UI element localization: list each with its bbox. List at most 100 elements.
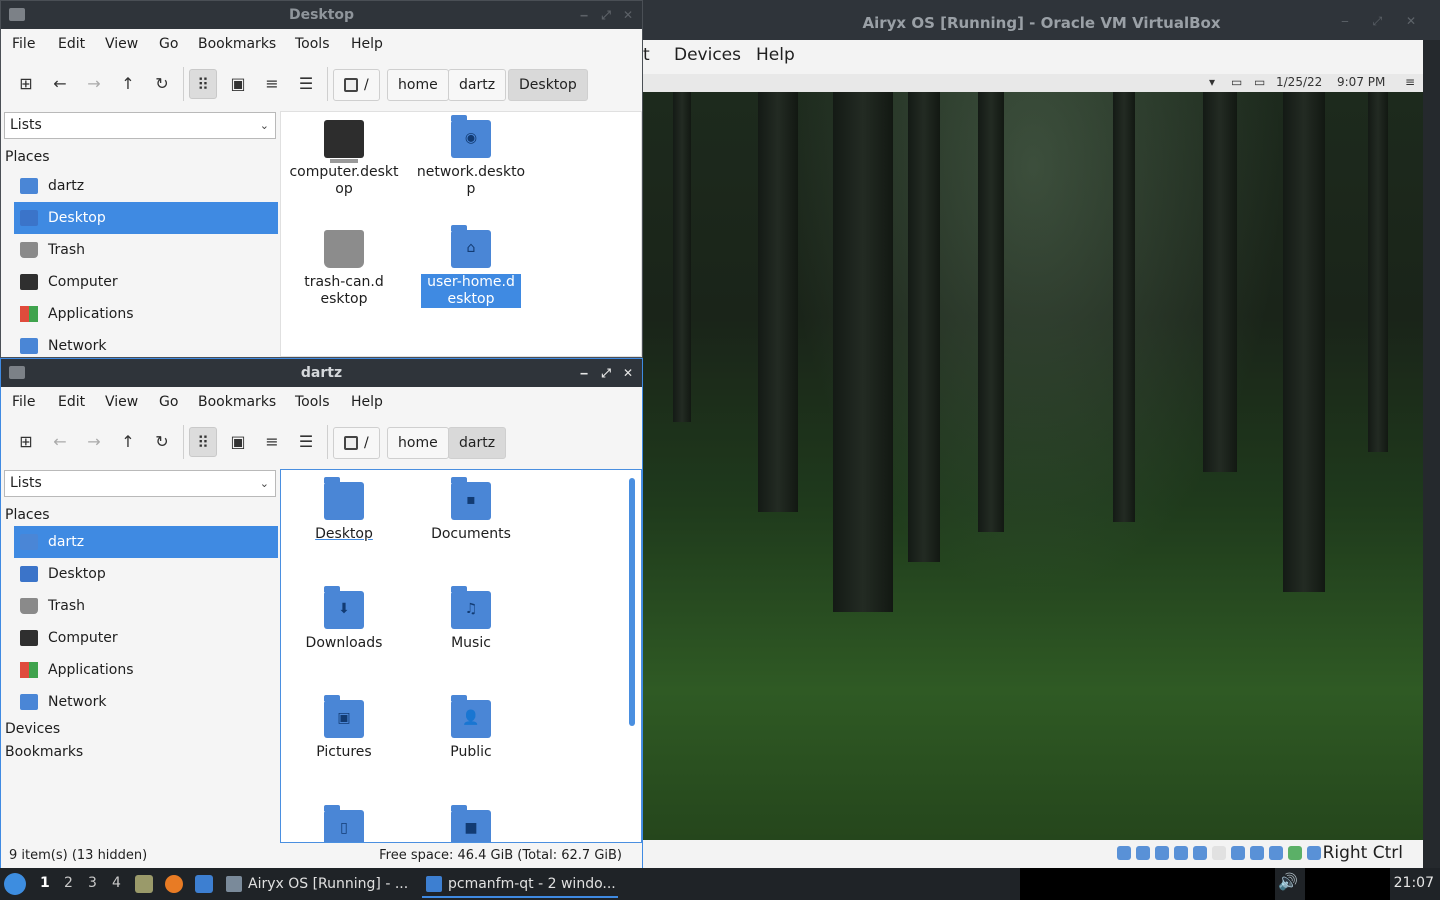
menu-bookmarks[interactable]: Bookmarks: [198, 36, 276, 52]
detailed-view-icon[interactable]: ☰: [292, 427, 320, 457]
vertical-scrollbar[interactable]: [629, 478, 635, 726]
menu-bookmarks[interactable]: Bookmarks: [198, 394, 276, 410]
sidebar-mode-select[interactable]: Lists ⌄: [4, 470, 276, 497]
sidebar-item-dartz[interactable]: dartz: [14, 526, 278, 558]
start-menu-icon[interactable]: [4, 873, 26, 895]
file-view[interactable]: computer.desktop ◉ network.desktop trash…: [280, 111, 642, 357]
devices-heading[interactable]: Devices: [5, 721, 60, 737]
vbox-menu-partial[interactable]: t: [643, 45, 650, 65]
vbox-menu-devices[interactable]: Devices: [674, 45, 741, 65]
minimize-icon[interactable]: ‒: [578, 359, 590, 387]
forward-icon[interactable]: →: [80, 427, 108, 457]
guest-display-icon[interactable]: ▭: [1231, 75, 1242, 89]
audio-icon[interactable]: [1155, 846, 1169, 860]
menu-tools[interactable]: Tools: [295, 394, 330, 410]
detailed-view-icon[interactable]: ☰: [292, 69, 320, 99]
file-item-selected[interactable]: ⌂ user-home.desktop: [411, 225, 531, 308]
file-item[interactable]: ▪ Documents: [411, 477, 531, 543]
sidebar-item-network[interactable]: Network: [14, 330, 278, 357]
menu-file[interactable]: File: [12, 394, 35, 410]
guest-screen[interactable]: ▾ ▭ ▭ 1/25/22 9:07 PM ≡: [643, 74, 1423, 840]
sidebar-item-computer[interactable]: Computer: [14, 622, 278, 654]
window-titlebar[interactable]: dartz ‒ ⤢ ✕: [1, 359, 642, 387]
desktop-switch-1[interactable]: 1: [40, 875, 50, 891]
file-item[interactable]: ♫ Music: [411, 586, 531, 652]
minimize-icon[interactable]: ‒: [578, 1, 590, 29]
file-item[interactable]: ⬇ Downloads: [284, 586, 404, 652]
new-tab-icon[interactable]: ⊞: [12, 427, 40, 457]
forward-icon[interactable]: →: [80, 69, 108, 99]
network-adapter-icon[interactable]: [1174, 846, 1188, 860]
volume-icon[interactable]: 🔊: [1278, 872, 1298, 891]
compact-view-icon[interactable]: ≡: [258, 427, 286, 457]
reload-icon[interactable]: ↻: [148, 427, 176, 457]
breadcrumb-dartz[interactable]: dartz: [448, 69, 507, 101]
mouse-integration-icon[interactable]: [1307, 846, 1321, 860]
menu-help[interactable]: Help: [351, 394, 383, 410]
maximize-icon[interactable]: ⤢: [600, 359, 612, 387]
sidebar-item-trash[interactable]: Trash: [14, 590, 278, 622]
guest-additions-icon[interactable]: [1288, 846, 1302, 860]
file-item[interactable]: 👤 Public: [411, 695, 531, 761]
bookmarks-heading[interactable]: Bookmarks: [5, 744, 83, 760]
sidebar-item-computer[interactable]: Computer: [14, 266, 278, 298]
menu-edit[interactable]: Edit: [58, 394, 85, 410]
thumbnail-view-icon[interactable]: ▣: [224, 69, 252, 99]
show-desktop-icon[interactable]: [195, 875, 213, 893]
breadcrumb-dartz[interactable]: dartz: [448, 427, 507, 459]
guest-network-icon[interactable]: ▭: [1254, 75, 1265, 89]
sidebar-item-network[interactable]: Network: [14, 686, 278, 718]
menu-tools[interactable]: Tools: [295, 36, 330, 52]
breadcrumb-home[interactable]: home: [387, 69, 449, 101]
file-item[interactable]: ■: [411, 805, 531, 842]
desktop-switch-4[interactable]: 4: [112, 875, 121, 891]
menu-go[interactable]: Go: [159, 394, 178, 410]
sidebar-item-applications[interactable]: Applications: [14, 654, 278, 686]
thumbnail-view-icon[interactable]: ▣: [224, 427, 252, 457]
menu-view[interactable]: View: [105, 36, 138, 52]
compact-view-icon[interactable]: ≡: [258, 69, 286, 99]
hdd-icon[interactable]: [1117, 846, 1131, 860]
recording-icon[interactable]: [1250, 846, 1264, 860]
back-icon[interactable]: ←: [46, 427, 74, 457]
menu-edit[interactable]: Edit: [58, 36, 85, 52]
breadcrumb-root[interactable]: /: [333, 69, 380, 101]
window-titlebar[interactable]: Desktop ‒ ⤢ ✕: [1, 1, 642, 29]
sidebar-item-trash[interactable]: Trash: [14, 234, 278, 266]
usb-icon[interactable]: [1193, 846, 1207, 860]
sidebar-item-desktop[interactable]: Desktop: [14, 202, 278, 234]
icon-view-icon[interactable]: ⠿: [189, 69, 217, 99]
sidebar-item-desktop[interactable]: Desktop: [14, 558, 278, 590]
task-virtualbox[interactable]: Airyx OS [Running] - ...: [222, 870, 412, 898]
firefox-icon[interactable]: [165, 875, 183, 893]
up-icon[interactable]: ↑: [114, 427, 142, 457]
file-manager-launcher-icon[interactable]: [135, 875, 153, 893]
back-icon[interactable]: ←: [46, 69, 74, 99]
guest-menu-icon[interactable]: ≡: [1405, 75, 1415, 89]
menu-file[interactable]: File: [12, 36, 35, 52]
up-icon[interactable]: ↑: [114, 69, 142, 99]
file-item[interactable]: ▯: [284, 805, 404, 842]
clock[interactable]: 21:07: [1394, 875, 1434, 891]
file-item[interactable]: computer.desktop: [284, 120, 404, 198]
display-icon[interactable]: [1231, 846, 1245, 860]
desktop-switch-2[interactable]: 2: [64, 875, 73, 891]
close-icon[interactable]: ✕: [622, 359, 634, 387]
optical-drive-icon[interactable]: [1136, 846, 1150, 860]
sidebar-mode-select[interactable]: Lists ⌄: [4, 112, 276, 139]
sidebar-item-applications[interactable]: Applications: [14, 298, 278, 330]
icon-view-icon[interactable]: ⠿: [189, 427, 217, 457]
task-pcmanfm[interactable]: pcmanfm-qt - 2 windo...: [422, 870, 618, 898]
virtualbox-window-controls[interactable]: ‒ ⤢ ✕: [1341, 14, 1426, 29]
menu-go[interactable]: Go: [159, 36, 178, 52]
file-item[interactable]: ◉ network.desktop: [411, 115, 531, 198]
close-icon[interactable]: ✕: [622, 1, 634, 29]
breadcrumb-home[interactable]: home: [387, 427, 449, 459]
file-view[interactable]: Desktop ▪ Documents ⬇ Downloads ♫ Music …: [280, 469, 642, 843]
file-item[interactable]: Desktop: [284, 477, 404, 543]
maximize-icon[interactable]: ⤢: [600, 1, 612, 29]
guest-dropdown-icon[interactable]: ▾: [1209, 75, 1215, 89]
breadcrumb-desktop[interactable]: Desktop: [508, 69, 588, 101]
reload-icon[interactable]: ↻: [148, 69, 176, 99]
desktop-switch-3[interactable]: 3: [88, 875, 97, 891]
